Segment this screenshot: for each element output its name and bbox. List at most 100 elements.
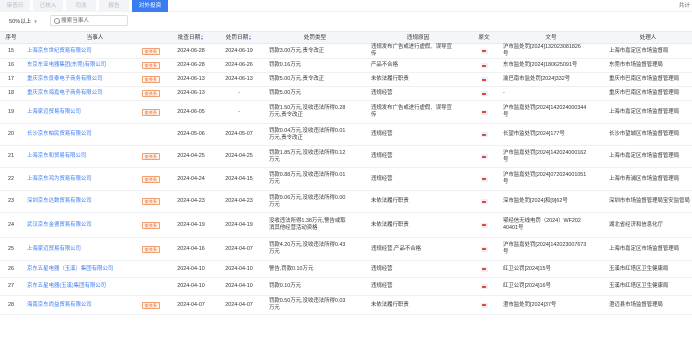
table-row[interactable]: 17 重庆京东景泰电子商务有限公司 查关系 2024-06-13 2024-06-13 罚… [0,73,692,87]
relation-badge[interactable]: 查关系 [142,221,160,229]
table-row[interactable]: 16 东京东亚电器集团(东莞)有限公司 查关系 2024-06-28 2024-06-2… [0,59,692,73]
row-source[interactable] [470,296,498,314]
party-link[interactable]: 长沙京东帕民贸易有限公司 [27,131,92,138]
table-row[interactable]: 20 长沙京东帕民贸易有限公司 2024-05-06 2024-05-07 罚款0.04… [0,124,692,146]
party-link[interactable]: 重庆京东景泰电子商务有限公司 [27,76,102,83]
pdf-icon[interactable] [480,109,488,115]
row-reason: 违规经营 [371,124,469,145]
col-publish-date[interactable]: 处罚日期 [214,32,264,44]
party-link[interactable]: 上海京东世纪贸易有限公司 [27,48,92,55]
row-source[interactable] [470,59,498,72]
col-reason: 违规原因 [406,35,430,41]
penalty-text: 没收违法所得1.38万元,警告或取 消其他经营活动资格 [269,218,346,232]
search-input[interactable] [61,16,125,25]
relation-badge[interactable]: 查关系 [142,90,160,97]
table-row[interactable]: 18 重庆京东海嘉电子商务有限公司 查关系 2024-06-13 - 罚款5.00万元 违规… [0,87,692,101]
reason-text-line: 传 [371,112,377,118]
relation-badge[interactable]: 查关系 [142,153,160,160]
row-source[interactable] [470,238,498,260]
table-row[interactable]: 21 上海京东和贸易有限公司 查关系 2024-04-25 2024-04-25 罚款1.… [0,146,692,168]
row-source[interactable] [470,73,498,86]
table-row[interactable]: 24 武汉京东金德贸易有限公司 查关系 2024-04-19 2024-04-19 没收违… [0,213,692,238]
row-source[interactable] [470,191,498,212]
row-source[interactable] [470,168,498,190]
party-link[interactable]: 京东五星电器(玉溪)集团有限公司 [27,283,106,290]
table-row[interactable]: 23 深圳京东达数贸易有限公司 查关系 2024-04-23 2024-04-23 罚款9… [0,191,692,213]
sort-icon[interactable] [249,34,252,41]
tab-3[interactable]: 报告 [99,0,129,12]
row-source[interactable] [470,213,498,237]
party-link[interactable]: 重庆京东海嘉电子商务有限公司 [27,90,102,97]
table-header: 序号 当事人 批查日期 处罚日期 处罚类型 违规原因 原文 文号 处理人 [0,31,692,44]
table-row[interactable]: 28 海南京东尚益贸易有限公司 查关系 2024-04-07 2024-04-07 罚款0… [0,296,692,315]
party-link[interactable]: 深圳京东达数贸易有限公司 [27,198,92,205]
table-row[interactable]: 19 上海家迈贸易有限公司 查关系 2024-06-05 - 罚款1.50万元,没收违法所… [0,101,692,124]
row-source[interactable] [470,124,498,145]
pdf-icon[interactable] [480,48,488,54]
pdf-icon[interactable] [480,266,488,272]
table-row[interactable]: 27 京东五星电器(玉溪)集团有限公司 2024-04-10 2024-04-10 罚款… [0,278,692,296]
pdf-icon[interactable] [480,246,488,252]
tab-1[interactable]: 已核入 [33,0,63,12]
row-penalty-type: 罚款5.00万元,责令改正 [269,73,365,86]
reason-text-line: 违规发布广告或进行虚假、误导宣 [371,44,452,50]
relation-badge[interactable]: 查关系 [142,198,160,205]
party-link[interactable]: 上海家迈贸易有限公司 [27,246,81,253]
search-box[interactable] [50,15,128,26]
col-source: 原文 [478,35,490,41]
pdf-icon[interactable] [480,63,488,68]
doc-no-text-line: 澄市监处罚[2024]37号 [503,301,557,308]
reason-text-line: 违规经营 [371,153,393,159]
reason-text: 违规经营 [371,176,393,183]
relation-badge[interactable]: 查关系 [142,245,160,253]
doc-no-text: 红卫公罚[2024]16号 [503,283,551,290]
shareholding-select[interactable]: 50%以上 ▼ [9,17,38,26]
row-source[interactable] [470,87,498,100]
tab-foreign-investment[interactable]: 对外投资 [132,0,168,12]
row-source[interactable] [470,278,498,295]
party-link[interactable]: 上海京东鸿为贸易有限公司 [27,176,92,183]
penalty-text: 罚款0.10万元 [269,283,301,290]
pdf-icon[interactable] [480,222,488,228]
row-source[interactable] [470,261,498,277]
party-link[interactable]: 海南京东尚益贸易有限公司 [27,302,92,309]
tab-0[interactable]: 审查日 [0,0,30,12]
pdf-icon[interactable] [480,302,488,308]
row-seq: 21 [8,153,14,159]
doc-no-text: 鄂经信无线电罚（2024）WF202 40401号 [503,218,581,232]
relation-badge[interactable]: 查关系 [142,76,160,83]
relation-badge[interactable]: 查关系 [142,175,160,183]
relation-badge[interactable]: 查关系 [142,108,160,116]
relation-badge[interactable]: 查关系 [142,301,160,309]
reason-text: 违规经营 [371,153,393,160]
row-source[interactable] [470,101,498,123]
party-link[interactable]: 京东五星电器（玉溪）集团有限公司 [27,266,113,273]
pdf-icon[interactable] [480,176,488,182]
row-source[interactable] [470,44,498,58]
table-row[interactable]: 15 上海京东世纪贸易有限公司 查关系 2024-06-28 2024-06-19 罚款3… [0,44,692,59]
pdf-icon[interactable] [480,77,488,82]
pdf-icon[interactable] [480,199,488,204]
table-row[interactable]: 26 京东五星电器（玉溪）集团有限公司 2024-04-10 2024-04-10 警告… [0,261,692,278]
party-link[interactable]: 武汉京东金德贸易有限公司 [27,222,92,229]
row-source[interactable] [470,146,498,167]
pdf-icon[interactable] [480,154,488,159]
table-row[interactable]: 25 上海家迈贸易有限公司 查关系 2024-04-16 2024-04-07 罚款4.2… [0,238,692,261]
row-party: 长沙京东帕民贸易有限公司 [27,124,167,145]
tab-2[interactable]: 司法 [66,0,96,12]
row-reason: 违规经营 [371,261,469,277]
penalty-text-line: 万元 [269,179,280,185]
sort-icon[interactable] [201,34,204,41]
col-decision-date[interactable]: 批查日期 [168,32,214,44]
pdf-icon[interactable] [480,132,488,137]
party-link[interactable]: 上海家迈贸易有限公司 [27,109,81,116]
party-link[interactable]: 上海京东和贸易有限公司 [27,153,86,160]
row-seq: 24 [8,221,14,228]
pdf-icon[interactable] [480,284,488,289]
row-authority: 重庆市巴南区市场监督管理局 [609,90,680,96]
relation-badge[interactable]: 查关系 [142,62,160,69]
party-link[interactable]: 东京东亚电器集团(东莞)有限公司 [27,62,106,69]
pdf-icon[interactable] [480,91,488,96]
relation-badge[interactable]: 查关系 [142,47,160,55]
table-row[interactable]: 22 上海京东鸿为贸易有限公司 查关系 2024-04-24 2024-04-15 罚款0… [0,168,692,191]
